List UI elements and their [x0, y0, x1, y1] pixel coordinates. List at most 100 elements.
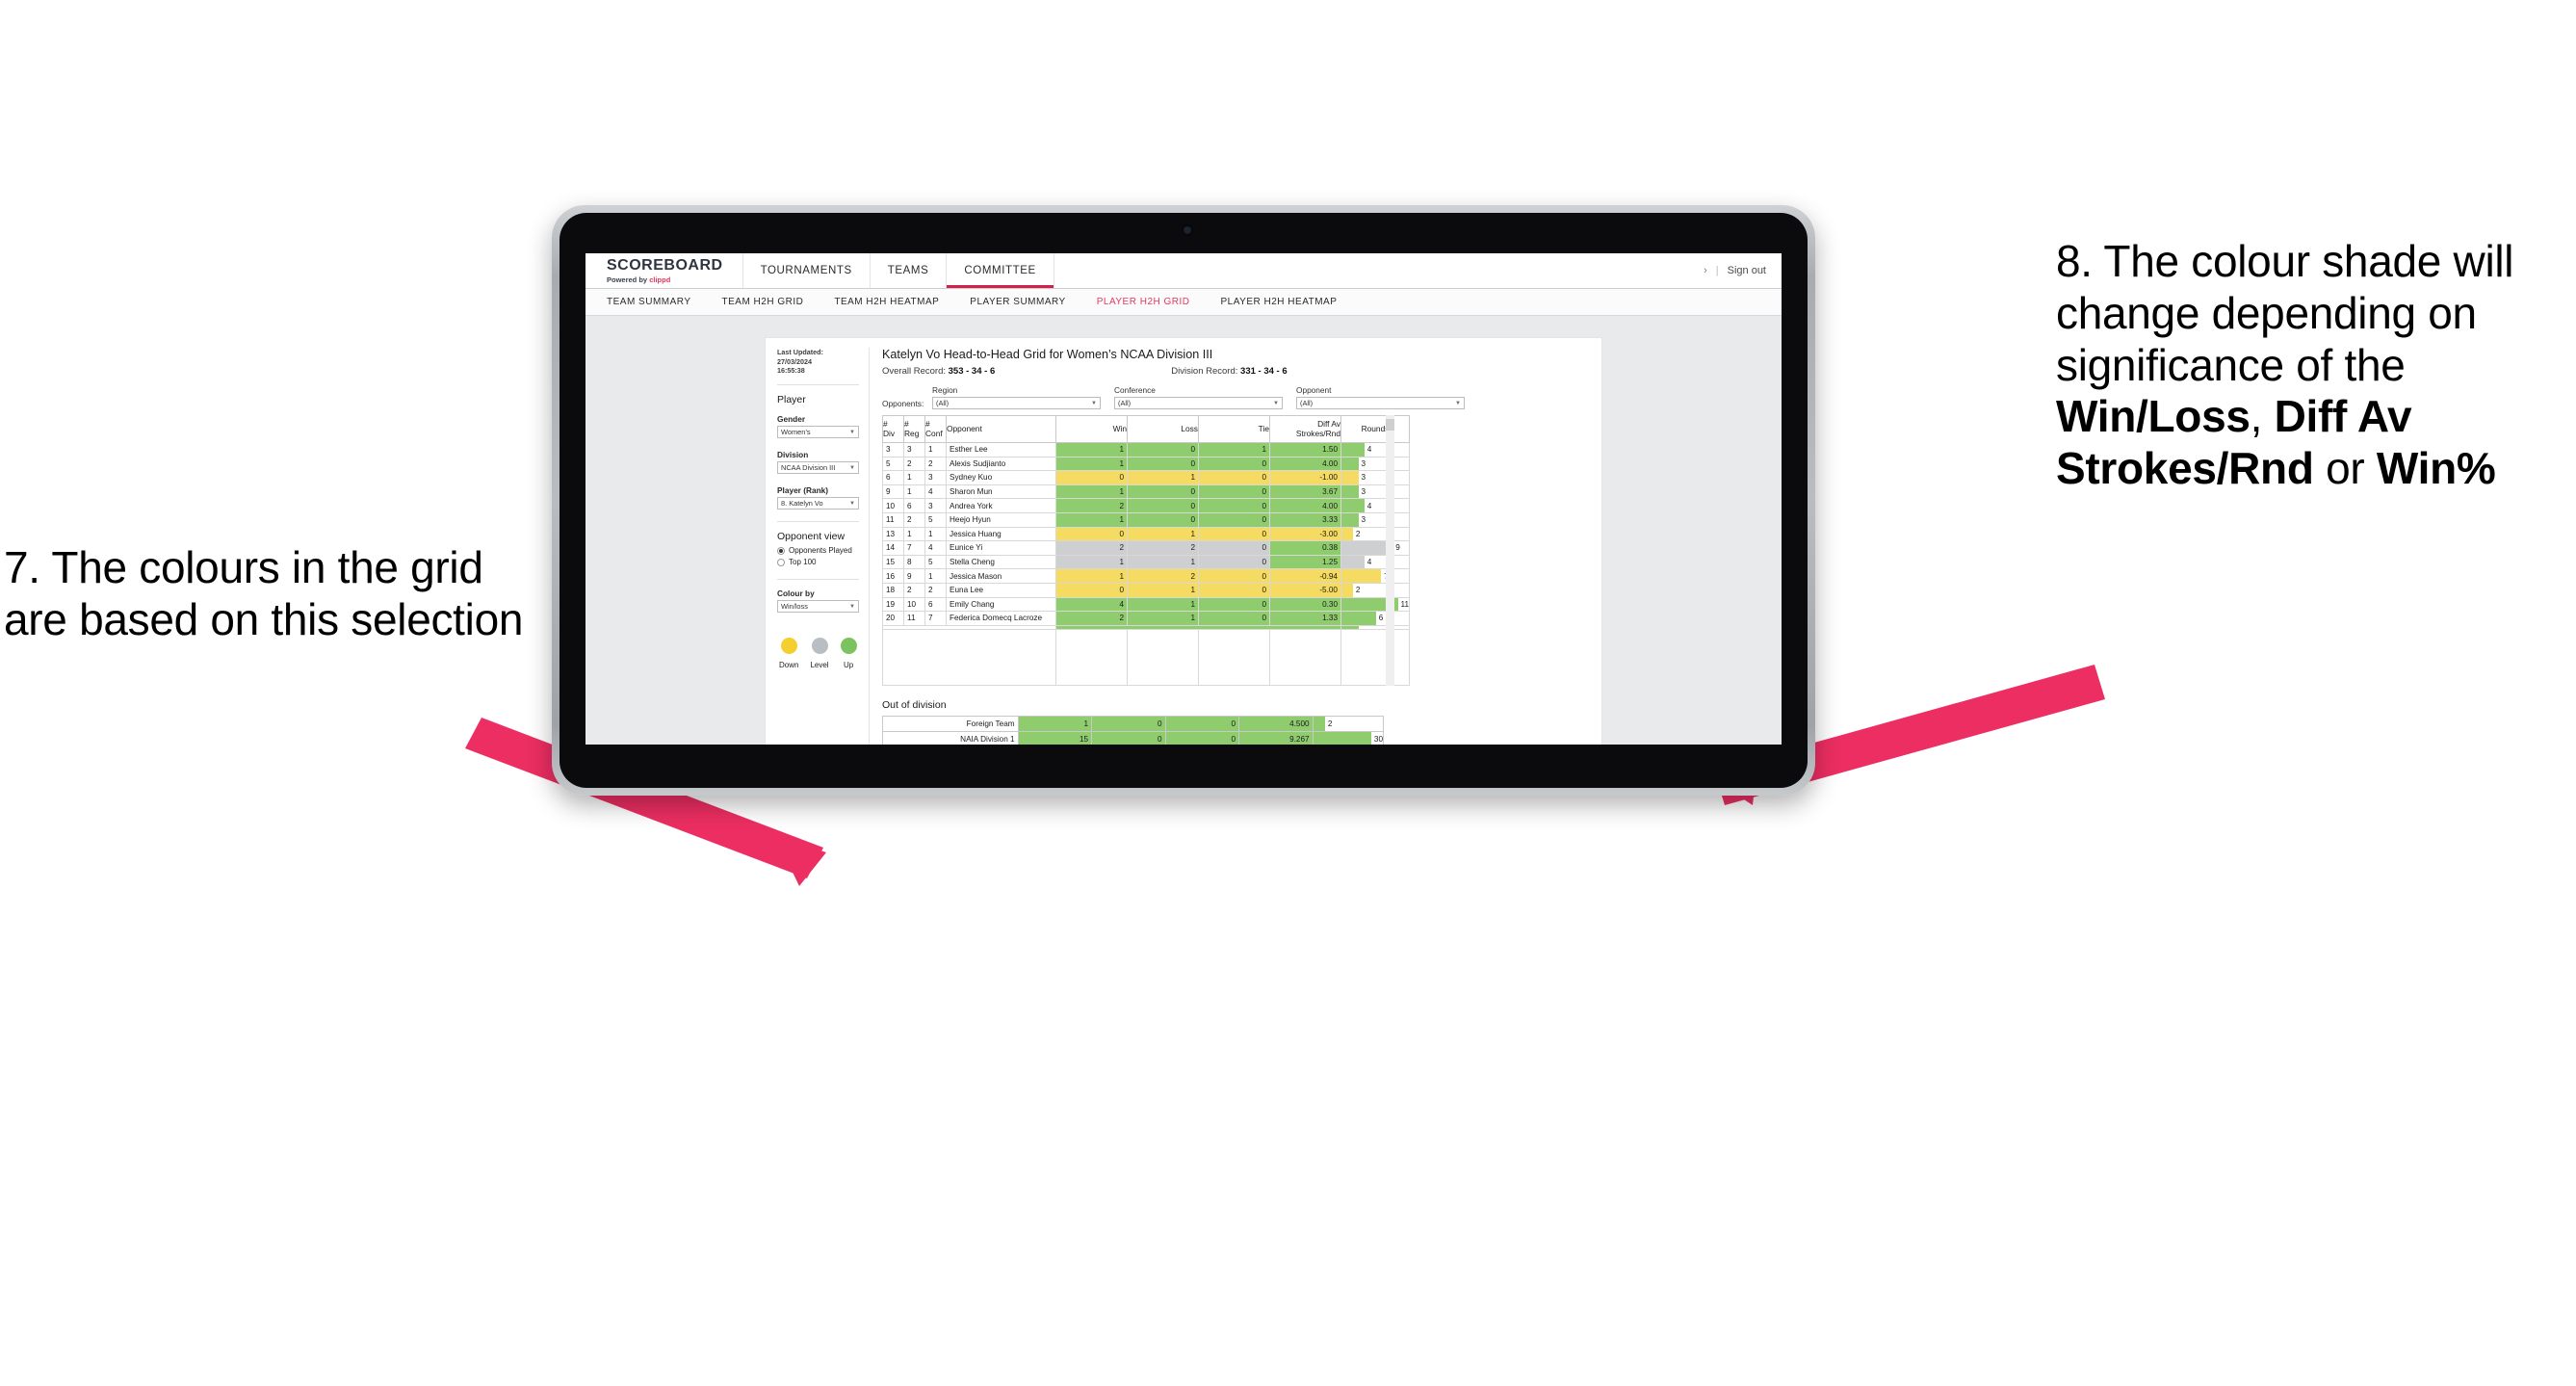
cell-tie: 0 — [1198, 484, 1270, 500]
radio-top-100[interactable]: Top 100 — [777, 558, 859, 566]
ood-cell-tie: 0 — [1164, 715, 1240, 732]
player-rank-select[interactable]: 8. Katelyn Vo ▼ — [777, 497, 859, 510]
table-row[interactable]: 3 3 1 Esther Lee 1 0 1 1.50 4 — [882, 442, 1410, 458]
cell-div: 13 — [882, 526, 904, 542]
ood-cell-opponent: Foreign Team — [882, 715, 1019, 732]
division-select[interactable]: NCAA Division III ▼ — [777, 461, 859, 475]
cell-conf: 3 — [924, 498, 947, 513]
brand-logo: SCOREBOARD Powered by clippd — [585, 253, 743, 288]
conference-select[interactable]: (All) ▼ — [1114, 397, 1283, 409]
ood-cell-diff: 4.500 — [1238, 715, 1314, 732]
scrollbar-thumb[interactable] — [1386, 419, 1394, 431]
ood-table-row[interactable]: Foreign Team 1 0 0 4.500 2 — [882, 715, 1385, 732]
cell-rounds: 9 — [1340, 540, 1410, 556]
table-row[interactable]: 18 2 2 Euna Lee 0 1 0 -5.00 2 — [882, 582, 1410, 598]
table-row[interactable]: 11 2 5 Heejo Hyun 1 0 0 3.33 3 — [882, 511, 1410, 528]
cell-tie: 0 — [1198, 554, 1270, 570]
cell-reg: 1 — [903, 470, 925, 485]
table-row[interactable]: 6 1 3 Sydney Kuo 0 1 0 -1.00 3 — [882, 470, 1410, 485]
cell-div: 15 — [882, 554, 904, 570]
region-select[interactable]: (All) ▼ — [932, 397, 1101, 409]
table-row[interactable]: 13 1 1 Jessica Huang 0 1 0 -3.00 2 — [882, 526, 1410, 542]
subnav-player-summary[interactable]: PLAYER SUMMARY — [970, 297, 1080, 307]
cell-tie: 0 — [1198, 526, 1270, 542]
h2h-grid-table: # Div # Reg # Conf Opponent Win Loss Tie Di… — [882, 415, 1410, 686]
cell-rounds: 7 — [1340, 568, 1410, 584]
cell-loss: 2 — [1127, 540, 1199, 556]
subnav-team-h2h-heatmap[interactable]: TEAM H2H HEATMAP — [834, 297, 954, 307]
annotation-right-sep1: , — [2250, 391, 2275, 442]
last-updated-time: 16:55:38 — [777, 366, 805, 376]
cell-loss: 0 — [1127, 498, 1199, 513]
ood-table-body: Foreign Team 1 0 0 4.500 2 NAIA Division 1 15 0 0… — [882, 715, 1385, 745]
division-value: NCAA Division III — [781, 463, 836, 473]
cell-div: 20 — [882, 611, 904, 626]
nav-tournaments[interactable]: TOURNAMENTS — [742, 253, 871, 288]
nav-committee[interactable]: COMMITTEE — [947, 253, 1054, 288]
cell-conf: 4 — [924, 540, 947, 556]
cell-loss: 1 — [1127, 582, 1199, 598]
table-row[interactable]: 14 7 4 Eunice Yi 2 2 0 0.38 9 — [882, 540, 1410, 556]
cell-tie: 0 — [1198, 470, 1270, 485]
cell-reg: 10 — [903, 596, 925, 613]
subnav-team-h2h-grid[interactable]: TEAM H2H GRID — [722, 297, 820, 307]
gender-select[interactable]: Women’s ▼ — [777, 426, 859, 439]
colour-legend: Down Level Up — [777, 638, 859, 669]
sign-out-link[interactable]: Sign out — [1728, 265, 1766, 276]
cell-rounds: 3 — [1340, 470, 1410, 485]
cell-tie: 0 — [1198, 582, 1270, 598]
table-row[interactable]: 10 6 3 Andrea York 2 0 0 4.00 4 — [882, 498, 1410, 513]
cell-loss: 0 — [1127, 442, 1199, 458]
cell-opponent: Emily Chang — [946, 596, 1056, 613]
radio-icon — [777, 558, 785, 566]
region-label: Region — [932, 385, 958, 395]
table-row[interactable]: 1691Jessica Mason120-0.947 — [882, 568, 1410, 584]
cell-div: 19 — [882, 596, 904, 613]
overall-record: Overall Record: 353 - 34 - 6 — [882, 366, 995, 377]
cell-win: 0 — [1055, 470, 1128, 485]
radio-opponents-played[interactable]: Opponents Played — [777, 546, 859, 555]
opponent-select[interactable]: (All) ▼ — [1296, 397, 1465, 409]
cell-reg: 2 — [903, 511, 925, 528]
page-title: Katelyn Vo Head-to-Head Grid for Women’s… — [882, 348, 1213, 361]
cell-loss: 1 — [1127, 554, 1199, 570]
gender-label: Gender — [777, 414, 806, 425]
table-row[interactable]: 19 10 6 Emily Chang 4 1 0 0.30 11 — [882, 596, 1410, 613]
opponents-label: Opponents: — [882, 399, 924, 408]
cell-div: 3 — [882, 442, 904, 458]
cell-div: 16 — [882, 568, 904, 584]
cell-diff: 4.00 — [1269, 498, 1341, 513]
cell-conf: 1 — [924, 568, 947, 584]
legend-label-up: Up — [843, 661, 854, 670]
colour-by-select[interactable]: Win/loss ▼ — [777, 600, 859, 614]
table-row[interactable]: 9 1 4 Sharon Mun 1 0 0 3.67 3 — [882, 484, 1410, 500]
cell-tie: 0 — [1198, 611, 1270, 626]
cell-tie: 0 — [1198, 456, 1270, 472]
gender-value: Women’s — [781, 428, 811, 437]
out-of-division-title: Out of division — [882, 698, 947, 711]
cell-div: 9 — [882, 484, 904, 500]
cell-tie: 0 — [1198, 511, 1270, 528]
subnav-player-h2h-heatmap[interactable]: PLAYER H2H HEATMAP — [1221, 297, 1353, 307]
divider — [777, 384, 859, 386]
conference-filter: Conference (All) ▼ — [1114, 385, 1283, 409]
cell-div: 11 — [882, 511, 904, 528]
conference-value: (All) — [1118, 399, 1132, 407]
table-row[interactable]: 20 11 7 Federica Domecq Lacroze 2 1 0 1.33 6 — [882, 611, 1410, 626]
subnav-team-summary[interactable]: TEAM SUMMARY — [607, 297, 707, 307]
cell-rounds: 6 — [1340, 611, 1410, 626]
table-row[interactable]: 5 2 2 Alexis Sudjianto 1 0 0 4.00 3 — [882, 456, 1410, 472]
annotation-left: 7. The colours in the grid are based on … — [4, 542, 524, 644]
table-row[interactable]: 15 8 5 Stella Cheng 1 1 0 1.25 4 — [882, 554, 1410, 570]
legend-item-up: Up — [840, 638, 857, 670]
nav-teams[interactable]: TEAMS — [870, 253, 948, 288]
ood-table-row[interactable]: NAIA Division 1 15 0 0 9.267 30 — [882, 730, 1385, 745]
subnav-player-h2h-grid[interactable]: PLAYER H2H GRID — [1097, 297, 1206, 307]
cell-loss: 1 — [1127, 470, 1199, 485]
chevron-right-icon[interactable]: › — [1704, 265, 1707, 276]
table-scrollbar[interactable] — [1386, 415, 1394, 686]
annotation-right-bold-winloss: Win/Loss — [2056, 391, 2251, 442]
cell-win: 1 — [1055, 554, 1128, 570]
chevron-down-icon: ▼ — [1273, 400, 1279, 406]
cell-loss: 2 — [1127, 568, 1199, 584]
